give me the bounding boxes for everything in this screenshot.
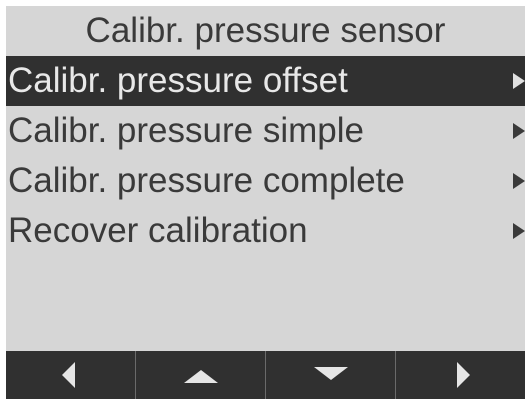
arrow-right-icon	[456, 362, 470, 388]
menu-item-label: Calibr. pressure simple	[8, 111, 364, 150]
menu-list: Calibr. pressure offset Calibr. pressure…	[6, 56, 525, 256]
menu-item-label: Calibr. pressure complete	[8, 161, 405, 200]
menu-item-calibr-pressure-simple[interactable]: Calibr. pressure simple	[6, 106, 525, 156]
menu-item-label: Calibr. pressure offset	[8, 61, 348, 100]
device-display: Calibr. pressure sensor Calibr. pressure…	[6, 6, 525, 399]
submenu-arrow-icon	[513, 173, 525, 189]
arrow-down-icon	[313, 367, 348, 380]
menu-item-calibr-pressure-offset[interactable]: Calibr. pressure offset	[6, 56, 525, 106]
submenu-arrow-icon	[513, 123, 525, 139]
screen-title: Calibr. pressure sensor	[85, 11, 446, 50]
menu-item-calibr-pressure-complete[interactable]: Calibr. pressure complete	[6, 156, 525, 206]
menu-item-recover-calibration[interactable]: Recover calibration	[6, 206, 525, 256]
softkey-bar	[6, 351, 525, 399]
enter-button[interactable]	[396, 351, 525, 399]
submenu-arrow-icon	[513, 223, 525, 239]
arrow-left-icon	[61, 362, 75, 388]
arrow-up-icon	[183, 370, 218, 383]
down-button[interactable]	[266, 351, 396, 399]
submenu-arrow-icon	[513, 73, 525, 89]
back-button[interactable]	[6, 351, 136, 399]
menu-item-label: Recover calibration	[8, 211, 308, 250]
up-button[interactable]	[136, 351, 266, 399]
